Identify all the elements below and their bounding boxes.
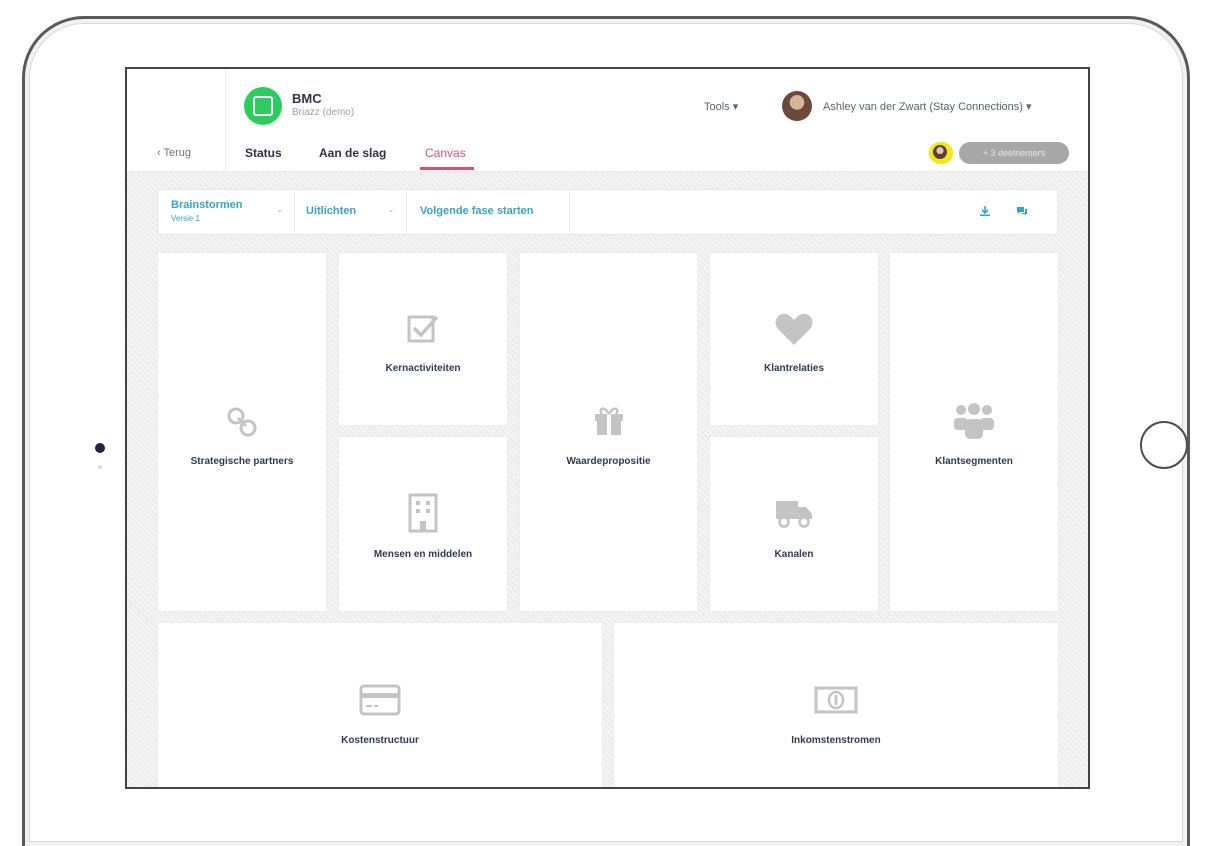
user-menu[interactable]: Ashley van der Zwart (Stay Connections) …	[823, 100, 1032, 113]
checkbox-icon	[407, 315, 439, 343]
block-inkomstenstromen[interactable]: Inkomstenstromen	[613, 622, 1059, 787]
highlight-dropdown[interactable]: Uitlichten ⌄	[294, 190, 407, 234]
light-sensor	[98, 465, 102, 469]
block-label: Kernactiviteiten	[385, 363, 461, 374]
participants-group[interactable]: + 3 deelnemers	[929, 142, 1069, 164]
block-label: Klantsegmenten	[935, 456, 1013, 467]
block-strategische-partners[interactable]: Strategische partners	[157, 252, 327, 612]
block-label: Inkomstenstromen	[791, 735, 881, 746]
phase-version: Versie 1	[171, 214, 200, 223]
download-icon[interactable]	[979, 205, 991, 217]
participants-button[interactable]: + 3 deelnemers	[959, 142, 1069, 164]
credit-card-icon	[359, 684, 401, 716]
tab-aan-de-slag[interactable]: Aan de slag	[319, 146, 386, 160]
gift-icon	[594, 407, 623, 435]
comments-icon[interactable]	[1016, 205, 1028, 217]
block-label: Klantrelaties	[763, 363, 825, 374]
tab-canvas[interactable]: Canvas	[425, 146, 466, 160]
highlight-label: Uitlichten	[306, 205, 357, 217]
block-label: Kanalen	[774, 549, 814, 560]
block-mensen-en-middelen[interactable]: Mensen en middelen	[338, 436, 508, 612]
block-klantrelaties[interactable]: Klantrelaties	[709, 252, 879, 426]
phase-label: Brainstormen	[171, 199, 243, 211]
users-icon	[954, 403, 994, 439]
tools-menu[interactable]: Tools ▾	[704, 100, 738, 113]
app-screen: BMC Briazz (demo) Tools ▾ Ashley van der…	[125, 67, 1090, 789]
next-phase-label: Volgende fase starten	[420, 205, 534, 217]
tab-status[interactable]: Status	[245, 146, 282, 160]
block-kanalen[interactable]: Kanalen	[709, 436, 879, 612]
front-camera	[95, 443, 105, 453]
active-tab-indicator	[420, 167, 474, 170]
phase-dropdown[interactable]: Brainstormen Versie 1 ⌄	[158, 190, 295, 234]
block-label: Waardepropositie	[566, 456, 651, 467]
user-avatar[interactable]	[782, 91, 812, 121]
canvas-toolbar: Brainstormen Versie 1 ⌄ Uitlichten ⌄ Vol…	[157, 189, 1058, 235]
link-icon	[227, 407, 257, 437]
participant-avatar	[929, 142, 953, 164]
header-divider	[225, 69, 226, 171]
block-label: Mensen en middelen	[373, 549, 473, 560]
block-kernactiviteiten[interactable]: Kernactiviteiten	[338, 252, 508, 426]
next-phase-button[interactable]: Volgende fase starten	[406, 190, 570, 234]
truck-icon	[776, 501, 812, 528]
block-label: Kostenstructuur	[341, 735, 419, 746]
canvas-workspace: Brainstormen Versie 1 ⌄ Uitlichten ⌄ Vol…	[127, 172, 1088, 787]
app-header: BMC Briazz (demo) Tools ▾ Ashley van der…	[127, 69, 1088, 172]
app-subtitle: Briazz (demo)	[292, 107, 355, 118]
back-link[interactable]: ‹ Terug	[157, 147, 191, 159]
chevron-down-icon: ⌄	[276, 204, 284, 214]
building-icon	[408, 493, 438, 533]
block-label: Strategische partners	[190, 456, 294, 467]
block-klantsegmenten[interactable]: Klantsegmenten	[889, 252, 1059, 612]
banknote-icon	[814, 686, 858, 714]
app-logo-icon[interactable]	[244, 87, 282, 125]
block-kostenstructuur[interactable]: Kostenstructuur	[157, 622, 603, 787]
chevron-down-icon: ⌄	[387, 204, 395, 214]
home-button[interactable]	[1140, 421, 1188, 469]
block-waardepropositie[interactable]: Waardepropositie	[519, 252, 698, 612]
app-title: BMC	[292, 91, 322, 106]
heart-icon	[775, 313, 813, 345]
